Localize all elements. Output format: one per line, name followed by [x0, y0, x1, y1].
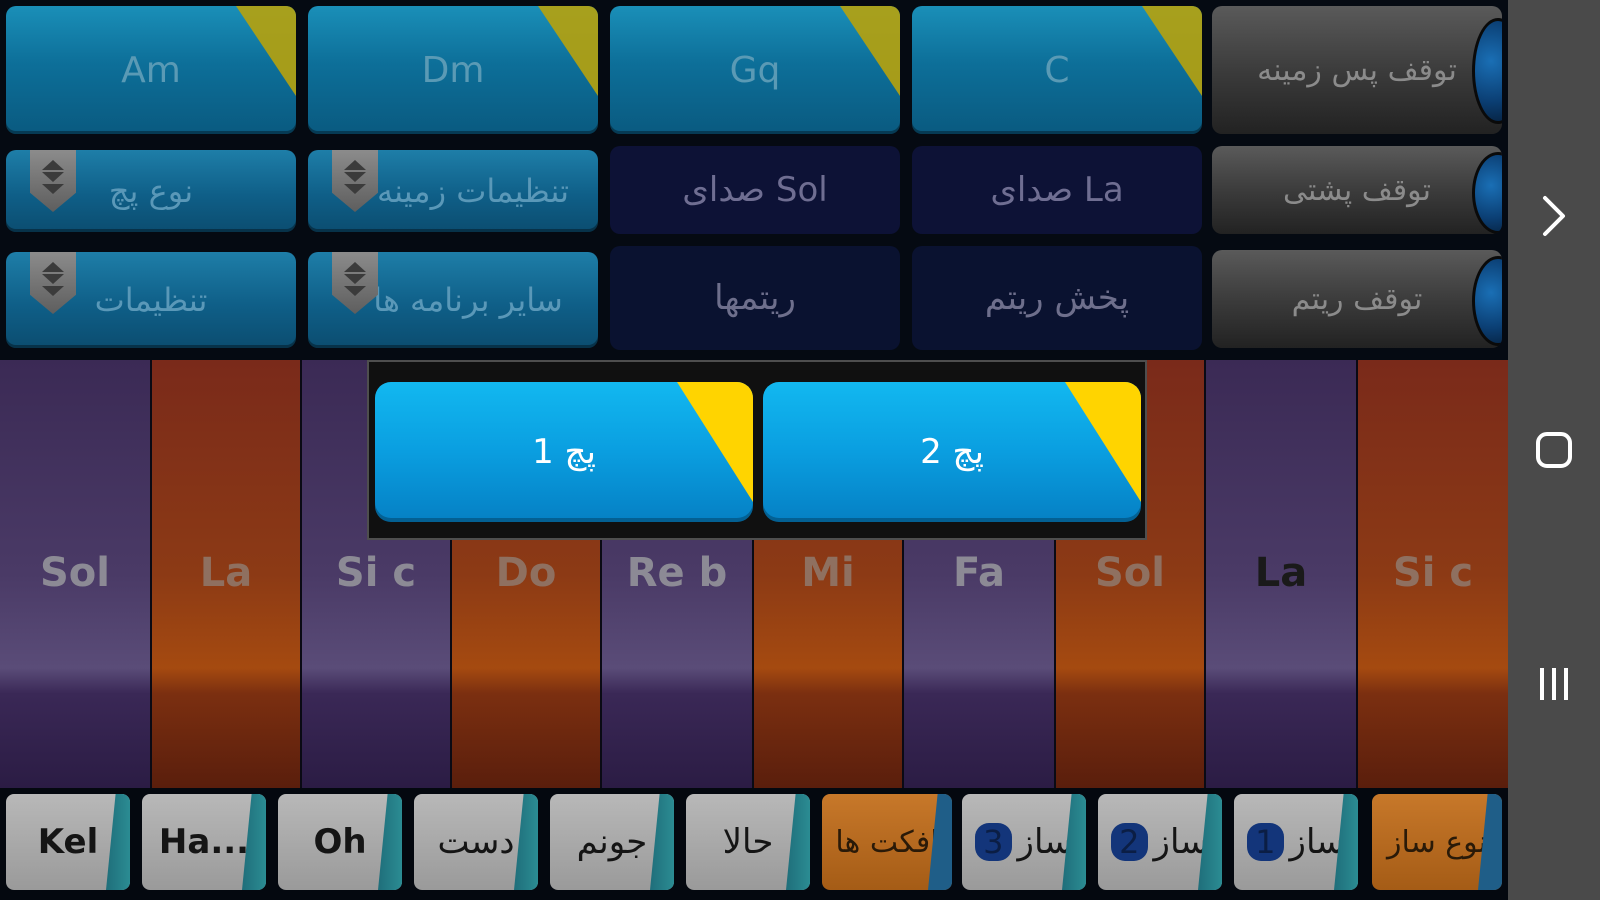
sound-sol-label: صدای Sol [682, 170, 828, 210]
bottom-ha-button[interactable]: Ha... [142, 794, 266, 890]
patch-type-button[interactable]: نوع پچ [6, 150, 296, 232]
chord-label: Dm [421, 49, 485, 91]
other-apps-button[interactable]: سایر برنامه ها [308, 252, 598, 348]
background-settings-button[interactable]: تنظیمات زمینه [308, 150, 598, 232]
bottom-label: Kel [37, 822, 99, 862]
bottom-kel-button[interactable]: Kel [6, 794, 130, 890]
instrument-3-button[interactable]: 3 ساز [962, 794, 1086, 890]
sound-sol-button[interactable]: صدای Sol [610, 146, 900, 234]
chord-button-dm[interactable]: Dm [308, 6, 598, 134]
bottom-label: جونم [576, 822, 648, 862]
patch-type-label: نوع پچ [108, 172, 194, 210]
key-label: Sol [40, 550, 110, 596]
stop-rhythm-button[interactable]: توقف ریتم [1212, 250, 1502, 348]
home-square-icon[interactable] [1508, 410, 1600, 490]
bottom-bar: Kel Ha... Oh دست جونم حالا افکت ها 3 ساز … [0, 788, 1508, 900]
patch-select-popup: پچ 1 پچ 2 [367, 360, 1147, 540]
bottom-hala-button[interactable]: حالا [686, 794, 810, 890]
key-label: Sol [1095, 550, 1165, 596]
instrument-number: 1 [1247, 823, 1284, 861]
settings-label: تنظیمات [94, 281, 208, 319]
key-label: Si c [335, 550, 417, 596]
sound-la-label: صدای La [990, 170, 1124, 210]
knob-icon [1472, 18, 1502, 124]
instrument-number: 2 [1111, 823, 1148, 861]
key-label: La [199, 550, 253, 596]
patch-2-label: پچ 2 [920, 432, 984, 472]
chord-button-am[interactable]: Am [6, 6, 296, 134]
piano-key-la-2[interactable]: La [1206, 360, 1358, 788]
system-nav-bar [1508, 0, 1600, 900]
play-rhythm-button[interactable]: پخش ریتم [912, 246, 1202, 350]
sound-la-button[interactable]: صدای La [912, 146, 1202, 234]
instrument-2-button[interactable]: 2 ساز [1098, 794, 1222, 890]
recents-bars-icon[interactable] [1508, 644, 1600, 724]
chord-label: Gq [729, 49, 781, 91]
bottom-label: Ha... [158, 822, 250, 862]
stop-background-label: توقف پس زمینه [1257, 52, 1457, 88]
key-label: Fa [953, 550, 1005, 596]
knob-icon [1472, 152, 1502, 234]
chord-button-gq[interactable]: Gq [610, 6, 900, 134]
chord-label: Am [121, 49, 181, 91]
instrument-type-button[interactable]: نوع ساز [1372, 794, 1502, 890]
bottom-dast-button[interactable]: دست [414, 794, 538, 890]
piano-key-la[interactable]: La [152, 360, 302, 788]
patch-2-button[interactable]: پچ 2 [763, 382, 1141, 522]
stop-background-button[interactable]: توقف پس زمینه [1212, 6, 1502, 134]
stop-rhythm-label: توقف ریتم [1291, 281, 1423, 317]
key-label: Do [495, 550, 557, 596]
other-apps-label: سایر برنامه ها [373, 281, 563, 319]
key-label: La [1254, 550, 1308, 596]
patch-1-label: پچ 1 [532, 432, 596, 472]
stop-backing-button[interactable]: توقف پشتی [1212, 146, 1502, 234]
play-rhythm-label: پخش ریتم [984, 278, 1130, 318]
stop-backing-label: توقف پشتی [1283, 172, 1431, 208]
piano-key-sol[interactable]: Sol [0, 360, 152, 788]
rhythms-label: ریتمها [714, 278, 796, 318]
key-label: Re b [626, 550, 728, 596]
settings-button[interactable]: تنظیمات [6, 252, 296, 348]
bottom-label: دست [437, 822, 515, 862]
chevron-down-icon [332, 150, 378, 212]
key-label: Mi [801, 550, 855, 596]
knob-icon [1472, 256, 1502, 346]
chevron-down-icon [30, 150, 76, 212]
bottom-label: Oh [313, 822, 367, 862]
chord-label: C [1044, 49, 1070, 91]
app-screen: Am Dm Gq C توقف پس زمینه نوع پچ تنظیمات … [0, 0, 1508, 900]
chevron-right-icon[interactable] [1508, 176, 1600, 256]
instrument-number: 3 [975, 823, 1012, 861]
chevron-down-icon [30, 252, 76, 314]
bottom-joonam-button[interactable]: جونم [550, 794, 674, 890]
key-label: Si c [1392, 550, 1474, 596]
instrument-type-label: نوع ساز [1386, 824, 1488, 860]
effects-button[interactable]: افکت ها [822, 794, 952, 890]
patch-1-button[interactable]: پچ 1 [375, 382, 753, 522]
bottom-label: ساز [1017, 822, 1073, 862]
bottom-label: حالا [722, 822, 774, 862]
bottom-label: ساز [1153, 822, 1209, 862]
bottom-oh-button[interactable]: Oh [278, 794, 402, 890]
piano-key-si-c-2[interactable]: Si c [1358, 360, 1508, 788]
rhythms-button[interactable]: ریتمها [610, 246, 900, 350]
bottom-label: ساز [1289, 822, 1345, 862]
instrument-1-button[interactable]: 1 ساز [1234, 794, 1358, 890]
background-settings-label: تنظیمات زمینه [376, 172, 570, 210]
chord-button-c[interactable]: C [912, 6, 1202, 134]
chevron-down-icon [332, 252, 378, 314]
effects-label: افکت ها [835, 824, 939, 860]
